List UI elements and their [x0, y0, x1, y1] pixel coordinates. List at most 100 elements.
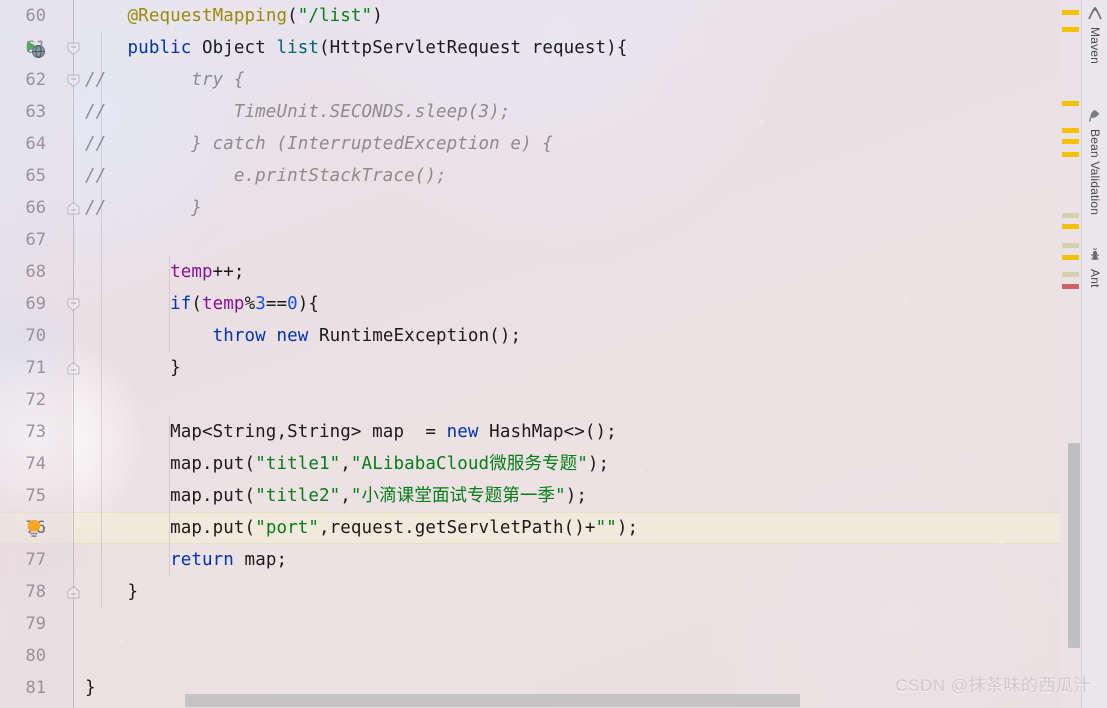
code-token: map.put(: [85, 486, 256, 506]
vertical-scrollbar[interactable]: [1060, 0, 1081, 708]
code-token: Map<String,String> map =: [85, 422, 447, 442]
code-token: );: [616, 518, 639, 538]
spring-endpoint-run-icon[interactable]: [24, 38, 46, 60]
folding-guide-line: [73, 0, 74, 708]
tool-window-button-bean-validation[interactable]: Bean Validation: [1082, 108, 1107, 215]
code-token: // } catch (InterruptedException e) {: [85, 134, 553, 154]
code-line[interactable]: map.put("port",request.getServletPath()+…: [85, 512, 1060, 544]
code-token: HashMap<>();: [478, 422, 617, 442]
code-line[interactable]: }: [85, 576, 1060, 608]
line-number: 67: [25, 230, 46, 250]
code-line[interactable]: if(temp%3==0){: [85, 288, 1060, 320]
fold-toggle-close[interactable]: [66, 585, 81, 600]
code-token: new: [276, 326, 309, 346]
code-token: return: [170, 550, 234, 570]
line-number: 80: [25, 646, 46, 666]
code-token: // TimeUnit.SECONDS.sleep(3);: [85, 102, 511, 122]
tool-window-button-ant[interactable]: Ant: [1082, 248, 1107, 288]
code-token: ,: [340, 486, 351, 506]
fold-toggle-open[interactable]: [66, 297, 81, 312]
line-number: 66: [25, 198, 46, 218]
code-token: // try {: [85, 70, 245, 90]
code-line[interactable]: Map<String,String> map = new HashMap<>()…: [85, 416, 1060, 448]
line-number: 78: [25, 582, 46, 602]
line-number: 70: [25, 326, 46, 346]
code-token: "title1": [255, 454, 341, 474]
code-line[interactable]: @RequestMapping("/list"): [85, 0, 1060, 32]
code-line[interactable]: map.put("title1","ALibabaCloud微服务专题");: [85, 448, 1060, 480]
code-token: ,: [340, 454, 351, 474]
code-folding-column[interactable]: [63, 0, 85, 708]
maven-icon: [1087, 6, 1103, 22]
line-number: 74: [25, 454, 46, 474]
code-line[interactable]: // try {: [85, 64, 1060, 96]
code-line[interactable]: map.put("title2","小滴课堂面试专题第一季");: [85, 480, 1060, 512]
code-token: ){: [297, 294, 320, 314]
code-line[interactable]: }: [85, 352, 1060, 384]
line-number: 63: [25, 102, 46, 122]
fold-toggle-close[interactable]: [66, 201, 81, 216]
code-line[interactable]: // }: [85, 192, 1060, 224]
code-token: 0: [287, 294, 298, 314]
ant-icon: [1087, 248, 1103, 264]
line-number: 69: [25, 294, 46, 314]
code-line[interactable]: [85, 608, 1060, 640]
code-line[interactable]: temp++;: [85, 256, 1060, 288]
code-token: ++;: [212, 262, 245, 282]
code-line[interactable]: [85, 224, 1060, 256]
line-number: 60: [25, 6, 46, 26]
code-token: %: [244, 294, 256, 314]
code-token: Object: [191, 38, 277, 58]
code-token: // e.printStackTrace();: [85, 166, 447, 186]
fold-toggle-open[interactable]: [66, 41, 81, 56]
code-token: (: [287, 6, 298, 26]
code-line[interactable]: public Object list(HttpServletRequest re…: [85, 32, 1060, 64]
code-token: "title2": [255, 486, 341, 506]
line-number: 72: [25, 390, 46, 410]
code-token: "小滴课堂面试专题第一季": [350, 486, 566, 506]
vertical-scrollbar-thumb[interactable]: [1068, 443, 1080, 648]
code-token: "/list": [297, 6, 373, 26]
code-line[interactable]: // e.printStackTrace();: [85, 160, 1060, 192]
line-number-column: 6061626364656667686970717273747576777879…: [0, 0, 52, 704]
fold-toggle-close[interactable]: [66, 361, 81, 376]
tool-window-button-maven[interactable]: Maven: [1082, 6, 1107, 64]
code-token: ==: [265, 294, 288, 314]
bean-validation-icon: [1087, 108, 1103, 124]
code-token: map.put(: [85, 454, 256, 474]
csdn-watermark: CSDN @抹茶味的西瓜汁: [895, 676, 1091, 695]
code-line[interactable]: // TimeUnit.SECONDS.sleep(3);: [85, 96, 1060, 128]
line-number: 73: [25, 422, 46, 442]
line-number: 65: [25, 166, 46, 186]
line-number: 64: [25, 134, 46, 154]
editor-gutter: 6061626364656667686970717273747576777879…: [0, 0, 72, 708]
code-token: new: [446, 422, 479, 442]
line-number: 75: [25, 486, 46, 506]
right-tool-window-bar[interactable]: Maven Bean Validation Ant: [1081, 0, 1107, 708]
code-line[interactable]: return map;: [85, 544, 1060, 576]
code-line[interactable]: throw new RuntimeException();: [85, 320, 1060, 352]
code-line[interactable]: // } catch (InterruptedException e) {: [85, 128, 1060, 160]
code-token: );: [587, 454, 610, 474]
code-token: map.put(: [85, 518, 256, 538]
code-token: temp: [170, 262, 213, 282]
line-number: 81: [25, 678, 46, 698]
code-line[interactable]: [85, 384, 1060, 416]
code-text-area[interactable]: @RequestMapping("/list") public Object l…: [85, 0, 1060, 708]
code-token: (: [191, 294, 203, 314]
horizontal-scrollbar[interactable]: [85, 694, 1060, 708]
code-line[interactable]: [85, 640, 1060, 672]
code-token: temp: [202, 294, 245, 314]
intention-bulb-icon[interactable]: [24, 518, 46, 540]
code-token: throw: [212, 326, 266, 346]
tool-window-label: Ant: [1088, 269, 1102, 288]
code-token: list: [276, 38, 320, 58]
fold-toggle-open[interactable]: [66, 73, 81, 88]
code-token: public: [127, 38, 192, 58]
horizontal-scrollbar-thumb[interactable]: [185, 694, 800, 707]
